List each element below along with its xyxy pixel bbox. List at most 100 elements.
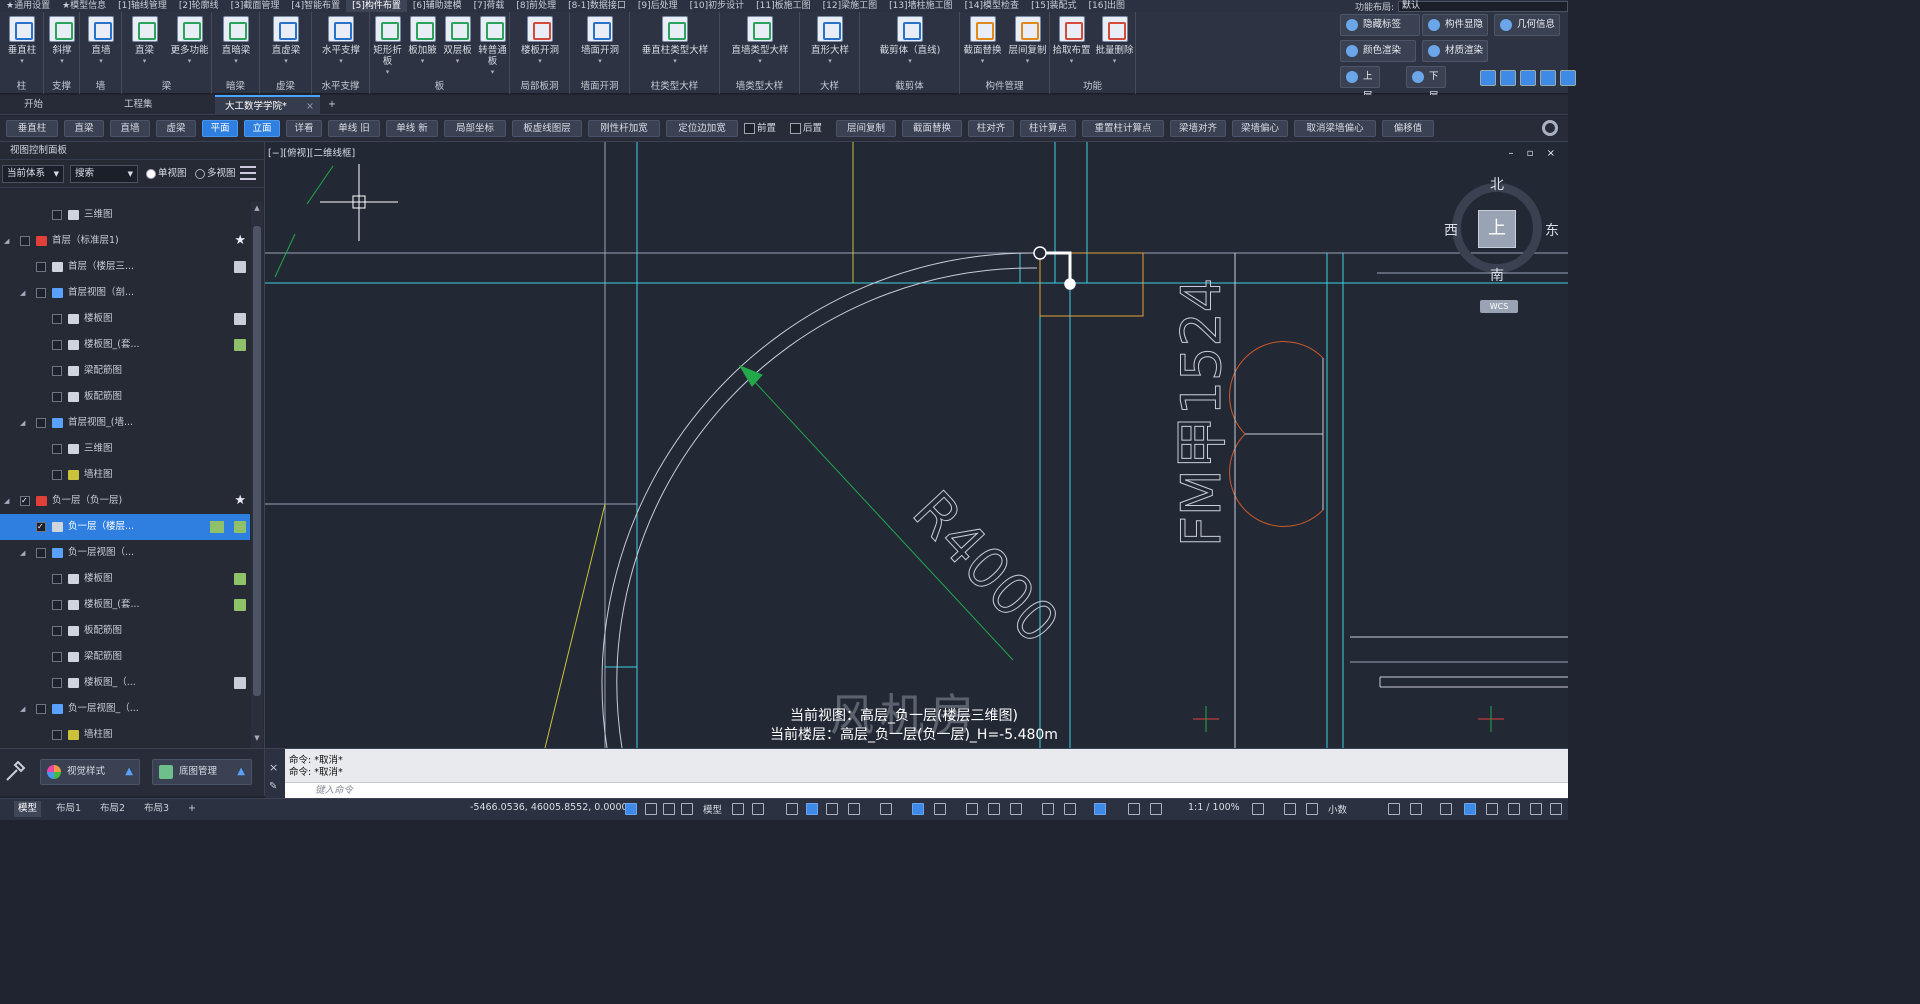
ribbon-right-button[interactable]: 材质渲染 [1422, 40, 1488, 62]
toolbar-button[interactable]: 垂直柱 [6, 120, 58, 137]
toolbar-button[interactable]: 截面替换 [902, 120, 962, 137]
ribbon-right-button[interactable]: 下层 [1406, 66, 1446, 102]
tree-row[interactable]: 楼板图_(套... [0, 332, 250, 358]
ribbon-button[interactable]: 斜撑 ▾ [44, 16, 80, 67]
polar-icon[interactable] [806, 803, 818, 815]
ribbon-button[interactable]: 双层板 ▾ [440, 16, 475, 67]
tree-checkbox[interactable] [52, 678, 62, 688]
tree-row[interactable]: 板配筋图 [0, 618, 250, 644]
menu-item[interactable]: [3]截面管理 [225, 0, 286, 12]
toolbar-button[interactable]: 单线 旧 [328, 120, 380, 137]
tree-row[interactable]: 板配筋图 [0, 384, 250, 410]
menu-item[interactable]: [2]轮廓线 [173, 0, 225, 12]
ribbon-button[interactable]: 拾取布置 ▾ [1050, 16, 1093, 67]
toolbar-button[interactable]: 单线 新 [386, 120, 438, 137]
menu-item[interactable]: [14]模型检查 [959, 0, 1025, 12]
tree-row[interactable]: ◢ 首层（标准层1) ★ [0, 228, 250, 254]
ribbon-button[interactable]: 墙面开洞 ▾ [570, 16, 630, 67]
tab-project-set[interactable]: 工程集 [100, 95, 215, 115]
tree-checkbox[interactable] [36, 418, 46, 428]
document-icon[interactable] [234, 521, 246, 533]
drawing-viewport[interactable]: R4000 FM甲1524 [−][俯视][二维线框] – ▫ × 上 北 南 … [265, 142, 1568, 748]
document-icon[interactable] [234, 339, 246, 351]
ribbon-button[interactable]: 直墙 ▾ [80, 16, 122, 67]
tree-row[interactable]: 梁配筋图 [0, 644, 250, 670]
base-map-button[interactable]: 底图管理 ▲ [152, 759, 252, 785]
tree-row[interactable]: 楼板图 [0, 566, 250, 592]
units-select[interactable]: 小数 [1328, 802, 1347, 816]
tree-checkbox[interactable] [20, 236, 30, 246]
expand-toggle-icon[interactable]: ◢ [20, 696, 25, 722]
function-layout-select[interactable]: 默认 [1398, 0, 1568, 12]
ribbon-button[interactable]: 板加腋 ▾ [405, 16, 440, 67]
toolbar-button[interactable]: 立面 [244, 120, 280, 137]
layout-tab[interactable]: 模型 [14, 801, 42, 817]
dynamic-input-icon[interactable] [934, 803, 946, 815]
tree-checkbox[interactable] [36, 288, 46, 298]
document-icon[interactable] [234, 313, 246, 325]
menu-item[interactable]: [9]后处理 [632, 0, 684, 12]
tree-checkbox[interactable] [52, 574, 62, 584]
menu-item[interactable]: [8-1]数据接口 [562, 0, 632, 12]
ribbon-button[interactable]: 矩形折板 ▾ [370, 16, 405, 78]
expand-toggle-icon[interactable]: ◢ [20, 410, 25, 436]
ribbon-right-button[interactable]: 几何信息 [1494, 14, 1560, 36]
ribbon-right-button[interactable]: 颜色渲染 [1340, 40, 1416, 62]
tree-checkbox[interactable] [36, 704, 46, 714]
menu-item[interactable]: [16]出图 [1083, 0, 1131, 12]
toolbar-button[interactable]: 板虚线图层 [512, 120, 582, 137]
menu-item[interactable]: [5]构件布置 [346, 0, 407, 12]
plus-icon[interactable] [1284, 803, 1296, 815]
tab-current-project[interactable]: 大工数学学院* × [215, 95, 320, 115]
osnap-icon[interactable] [880, 803, 892, 815]
menu-icon[interactable] [240, 166, 256, 180]
compass-south[interactable]: 南 [1490, 265, 1504, 285]
menu-item[interactable]: [6]辅助建模 [407, 0, 468, 12]
menu-item[interactable]: [12]梁施工图 [817, 0, 883, 12]
lineweight-icon[interactable] [966, 803, 978, 815]
tree-checkbox[interactable] [52, 626, 62, 636]
wrench-icon[interactable]: ✎ [269, 781, 277, 792]
single-view-radio[interactable]: 单视图 [146, 168, 187, 180]
tree-checkbox[interactable]: ✓ [20, 496, 30, 506]
layout-tab[interactable]: 布局2 [96, 801, 129, 817]
toolbar-button[interactable]: 刚性杆加宽 [588, 120, 660, 137]
document-icon[interactable] [234, 677, 246, 689]
selection-filter-icon[interactable] [1064, 803, 1076, 815]
menu-item[interactable]: [15]装配式 [1025, 0, 1082, 12]
grid-display-icon[interactable] [732, 803, 744, 815]
document-icon[interactable] [234, 599, 246, 611]
snap-icon[interactable] [752, 803, 764, 815]
tree-checkbox[interactable] [36, 262, 46, 272]
table-view-icon[interactable] [210, 521, 224, 533]
model-label[interactable]: 模型 [703, 802, 722, 816]
compass-east[interactable]: 东 [1545, 220, 1559, 240]
object-snap-tracking-icon[interactable] [848, 803, 860, 815]
tree-checkbox[interactable] [52, 470, 62, 480]
ribbon-button[interactable]: 直墙类型大样 ▾ [720, 16, 800, 67]
layout-tab[interactable]: 布局3 [140, 801, 173, 817]
expand-toggle-icon[interactable]: ◢ [20, 280, 25, 306]
toolbar-button[interactable]: 梁墙对齐 [1170, 120, 1226, 137]
annotation-scale[interactable]: 1:1 / 100% [1188, 802, 1240, 813]
tree-row[interactable]: 梁配筋图 [0, 358, 250, 384]
clean-screen-icon[interactable] [1486, 803, 1498, 815]
tree-row[interactable]: ◢ 负一层视图（... [0, 540, 250, 566]
zoom-in-icon[interactable] [1480, 70, 1496, 86]
grid-icon[interactable] [663, 803, 675, 815]
toolbar-button[interactable]: 定位边加宽 [666, 120, 738, 137]
add-tab-button[interactable]: + [320, 95, 344, 115]
tree-row[interactable]: 墙柱图 [0, 462, 250, 488]
toolbar-button[interactable]: 直墙 [110, 120, 150, 137]
menu-item[interactable]: ★通用设置 [0, 0, 56, 12]
toolbar-button[interactable]: 偏移值 [1382, 120, 1434, 137]
tree-checkbox[interactable] [52, 600, 62, 610]
view-cube[interactable]: 上 北 南 东 西 [1444, 177, 1559, 284]
toolbar-button[interactable]: 柱对齐 [968, 120, 1014, 137]
settings-gear-icon[interactable] [1542, 120, 1558, 136]
tools-icon[interactable] [4, 760, 28, 783]
tab-start[interactable]: 开始 [0, 95, 115, 115]
toolbar-button[interactable]: 取消梁墙偏心 [1294, 120, 1376, 137]
compass-west[interactable]: 西 [1444, 220, 1458, 240]
tree-row[interactable]: 楼板图 [0, 306, 250, 332]
